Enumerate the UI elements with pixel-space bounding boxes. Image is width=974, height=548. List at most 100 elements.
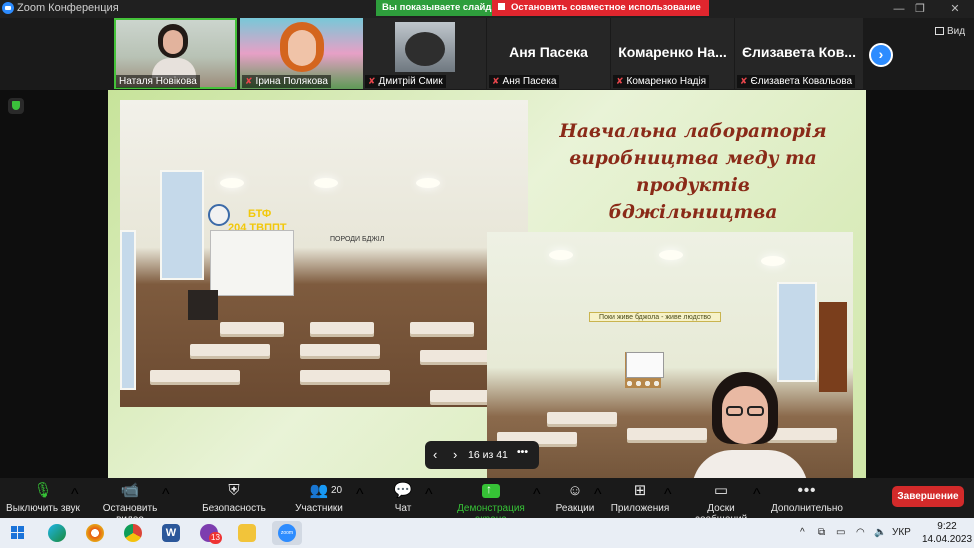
participant-name: ✘ Аня Пасека — [489, 75, 560, 88]
lab-desk — [310, 322, 374, 334]
ceiling-lamp — [416, 178, 440, 188]
lab-photo-main: БТФ 204 ТВППТ ПОРОДИ БДЖІЛ — [120, 100, 528, 407]
next-slide-button[interactable]: › — [453, 447, 457, 462]
display-cabinet — [819, 302, 847, 392]
chrome-icon[interactable] — [124, 524, 142, 542]
maximize-button[interactable]: ❐ — [905, 0, 935, 18]
window — [120, 230, 136, 390]
participant-tile-2[interactable]: ✘ Ірина Полякова — [240, 18, 363, 89]
lab-desk — [410, 322, 474, 334]
wifi-icon[interactable]: ◠ — [856, 527, 865, 538]
apps-label: Приложения — [610, 503, 670, 514]
shield-icon: ⛨ — [228, 482, 240, 499]
close-button[interactable]: ✕ — [940, 0, 970, 18]
language-indicator[interactable]: УКР — [892, 527, 911, 538]
participant-name: ✘ Дмитрій Смик — [365, 75, 446, 88]
battery-icon[interactable]: ▭ — [836, 527, 845, 538]
lab-banner: Поки живе бджола - живе людство — [589, 312, 721, 322]
ceiling-lamp — [659, 250, 683, 260]
chat-label: Чат — [394, 503, 412, 514]
participant-tile-5[interactable]: Комаренко На... ✘ Комаренко Надія — [611, 18, 734, 89]
share-options-chevron-icon[interactable]: ^ — [533, 486, 541, 504]
presenter-body — [692, 450, 808, 478]
slide-page-indicator: 16 из 41 — [468, 449, 508, 461]
video-options-chevron-icon[interactable]: ^ — [162, 486, 170, 504]
muted-mic-icon: ✘ — [492, 76, 500, 86]
muted-mic-icon: ✘ — [245, 76, 253, 86]
viber-badge: 13 — [209, 532, 222, 544]
lab-desk — [420, 350, 490, 362]
camera-icon: 📹 — [120, 482, 140, 499]
participant-name: ✘ Ірина Полякова — [242, 75, 331, 88]
more-label: Дополнительно — [771, 503, 843, 514]
participant-tile-3[interactable]: ✘ Дмитрій Смик — [363, 18, 486, 89]
share-screen-button[interactable]: Демонстрация экрана — [440, 481, 542, 525]
presenter-video-overlay — [692, 372, 808, 478]
avatar — [395, 22, 455, 72]
reactions-button[interactable]: ☺ Реакции — [554, 481, 596, 517]
more-options-icon[interactable]: ••• — [517, 446, 528, 458]
apps-button[interactable]: ⊞ Приложения — [610, 481, 670, 517]
whiteboards-button[interactable]: ▭ Доски сообщений — [680, 481, 762, 526]
participant-name: ✘ Єлизавета Ковальова — [737, 75, 856, 88]
next-page-chevron-icon[interactable]: › — [869, 43, 893, 67]
tray-app-icon[interactable]: ⧉ — [818, 527, 825, 538]
participant-tile-4[interactable]: Аня Пасека ✘ Аня Пасека — [487, 18, 610, 89]
viber-icon[interactable]: 13 — [200, 524, 222, 544]
windows-start-icon[interactable] — [9, 524, 27, 542]
ceiling-lamp — [220, 178, 244, 188]
zoom-taskbar-button[interactable]: zoom — [272, 521, 302, 545]
stop-share-button[interactable]: Остановить совместное использование — [492, 0, 709, 16]
participant-name: ✘ Комаренко Надія — [613, 75, 710, 88]
participants-options-chevron-icon[interactable]: ^ — [356, 486, 364, 504]
participant-display-name: Комаренко На... — [618, 44, 727, 60]
title-bar: Zoom Конференция Вы показываете слайды О… — [0, 0, 974, 18]
file-explorer-icon[interactable] — [238, 524, 256, 542]
meeting-toolbar: 🎙 Выключить звук ^ 📹 Остановить видео ^ … — [0, 478, 974, 526]
grid-icon — [935, 27, 944, 35]
encryption-shield-icon[interactable] — [8, 98, 24, 114]
lab-desk — [150, 370, 240, 382]
apps-options-chevron-icon[interactable]: ^ — [664, 486, 672, 504]
audio-options-chevron-icon[interactable]: ^ — [71, 486, 79, 504]
slide-title-line-3: бджільництва — [608, 202, 778, 223]
window — [160, 170, 204, 280]
participant-tile-6[interactable]: Єлизавета Ков... ✘ Єлизавета Ковальова — [735, 18, 863, 89]
zoom-logo-icon — [2, 2, 14, 14]
lab-desk — [190, 344, 270, 356]
stop-video-button[interactable]: 📹 Остановить видео — [88, 481, 172, 526]
reactions-options-chevron-icon[interactable]: ^ — [594, 486, 602, 504]
yandex-browser-icon[interactable] — [86, 524, 104, 542]
share-screen-icon — [482, 482, 500, 498]
ceiling-lamp — [314, 178, 338, 188]
security-button[interactable]: ⛨ Безопасность — [202, 481, 266, 517]
muted-mic-icon: ✘ — [368, 76, 376, 86]
end-meeting-button[interactable]: Завершение — [892, 486, 964, 507]
hedgehog-image — [405, 32, 445, 66]
glasses-icon — [726, 406, 743, 416]
word-icon[interactable]: W — [162, 524, 180, 542]
lab-sign-top: БТФ — [248, 208, 272, 220]
more-button[interactable]: ••• Дополнительно — [770, 481, 844, 517]
zoom-app-icon: zoom — [278, 524, 296, 542]
slide-title-line-1: Навчальна лабораторія — [559, 121, 827, 142]
chat-options-chevron-icon[interactable]: ^ — [425, 486, 433, 504]
prev-slide-button[interactable]: ‹ — [433, 447, 437, 462]
muted-mic-icon: ✘ — [616, 76, 624, 86]
view-button[interactable]: Вид — [935, 26, 965, 37]
sharing-status-banner: Вы показываете слайды — [376, 0, 506, 16]
chat-button[interactable]: 💬 Чат — [388, 481, 418, 517]
tray-expand-icon[interactable]: ^ — [800, 527, 805, 538]
participant-tile-1[interactable]: Натaля Новікова — [114, 18, 237, 89]
participant-display-name: Єлизавета Ков... — [742, 44, 856, 60]
beehive — [188, 290, 218, 320]
clock[interactable]: 9:22 14.04.2023 — [922, 520, 972, 546]
volume-icon[interactable]: 🔈 — [874, 527, 886, 538]
window — [777, 282, 817, 382]
reactions-label: Реакции — [555, 503, 595, 514]
muted-mic-icon: ✘ — [740, 76, 748, 86]
whiteboards-options-chevron-icon[interactable]: ^ — [753, 486, 761, 504]
chat-bubble-icon: 💬 — [393, 482, 413, 499]
mute-button[interactable]: 🎙 Выключить звук — [6, 481, 80, 517]
edge-icon[interactable] — [48, 524, 66, 542]
